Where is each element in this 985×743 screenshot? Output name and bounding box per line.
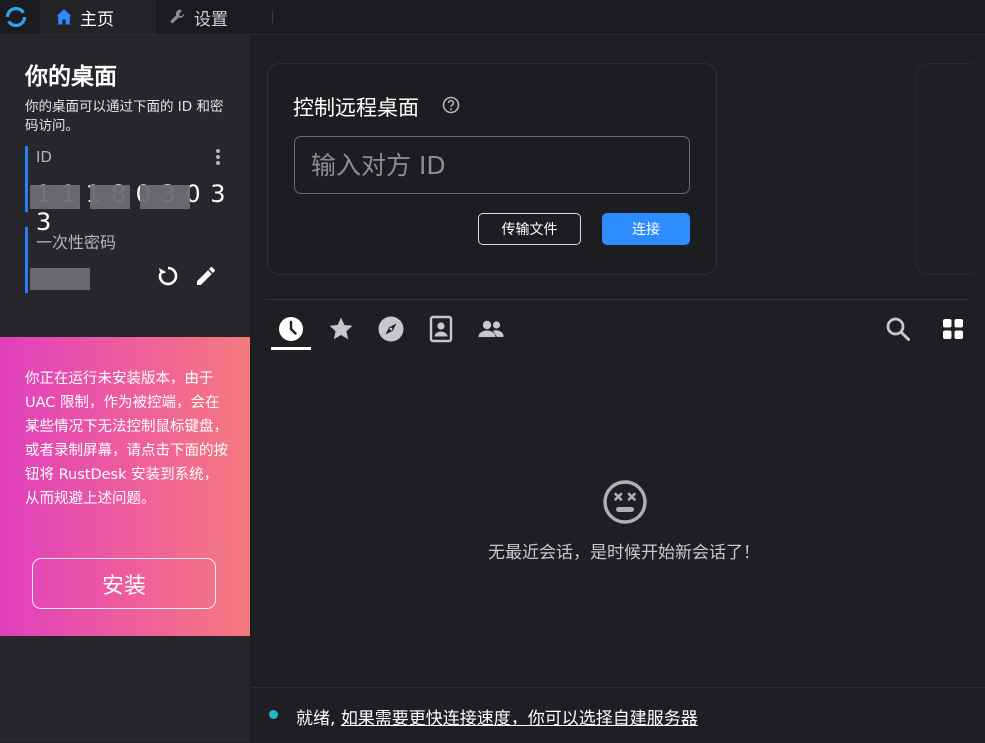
install-button[interactable]: 安装 xyxy=(32,558,216,609)
rustdesk-logo-icon xyxy=(5,6,27,28)
left-panel: 你的桌面 你的桌面可以通过下面的 ID 和密码访问。 ID 1 1 1 8 0 … xyxy=(0,35,250,742)
your-desktop-description: 你的桌面可以通过下面的 ID 和密码访问。 xyxy=(25,99,224,134)
title-bar: 主页 设置 xyxy=(0,0,985,35)
status-ready: 就绪, xyxy=(296,709,336,729)
remote-id-input[interactable] xyxy=(294,136,690,194)
group-icon xyxy=(478,320,504,337)
active-tab-indicator xyxy=(271,347,311,350)
tab-settings-label: 设置 xyxy=(194,9,228,30)
status-bar: 就绪, 如果需要更快连接速度，你可以选择自建服务器 xyxy=(251,687,985,743)
refresh-icon[interactable] xyxy=(156,264,180,288)
id-value-mosaic xyxy=(90,185,130,209)
star-icon xyxy=(329,317,353,340)
clock-icon xyxy=(279,317,303,341)
divider xyxy=(265,299,969,300)
home-icon xyxy=(56,9,72,25)
connect-button[interactable]: 连接 xyxy=(602,213,690,245)
address-book-icon xyxy=(429,315,453,343)
tab-home[interactable]: 主页 xyxy=(40,0,156,34)
grid-view-icon[interactable] xyxy=(940,316,966,342)
control-remote-card: 控制远程桌面 传输文件 连接 xyxy=(267,63,717,275)
compass-icon xyxy=(378,316,404,342)
tab-recent-sessions[interactable] xyxy=(271,315,311,349)
side-card xyxy=(915,63,982,275)
tab-settings[interactable]: 设置 xyxy=(166,0,266,34)
tab-home-label: 主页 xyxy=(80,9,114,30)
password-value-mosaic xyxy=(30,268,90,290)
password-accent-bar xyxy=(25,227,28,293)
main-panel: 控制远程桌面 传输文件 连接 xyxy=(251,35,985,743)
status-indicator xyxy=(269,710,278,719)
tab-discovered[interactable] xyxy=(371,315,411,349)
uac-warning-text: 你正在运行未安装版本，由于 UAC 限制，作为被控端，会在某些情况下无法控制鼠标… xyxy=(25,371,228,507)
wrench-icon xyxy=(170,9,185,24)
search-icon[interactable] xyxy=(885,316,911,342)
id-label: ID xyxy=(36,148,52,166)
help-icon[interactable] xyxy=(442,96,460,114)
id-value-mosaic xyxy=(30,185,80,209)
uac-warning-box: 你正在运行未安装版本，由于 UAC 限制，作为被控端，会在某些情况下无法控制鼠标… xyxy=(0,337,250,636)
tab-favorites[interactable] xyxy=(321,315,361,349)
password-label: 一次性密码 xyxy=(36,233,117,252)
status-text: 就绪, 如果需要更快连接速度，你可以选择自建服务器 xyxy=(296,704,698,729)
transfer-file-button[interactable]: 传输文件 xyxy=(478,213,581,245)
sad-face-icon xyxy=(603,480,647,524)
control-remote-title: 控制远程桌面 xyxy=(293,96,419,120)
more-vertical-icon[interactable] xyxy=(208,146,228,170)
tab-separator xyxy=(272,11,273,23)
tab-address-book[interactable] xyxy=(421,315,461,349)
self-host-server-link[interactable]: 如果需要更快连接速度，你可以选择自建服务器 xyxy=(341,709,698,729)
id-accent-bar xyxy=(25,146,28,212)
pencil-icon[interactable] xyxy=(194,264,218,288)
empty-state-text: 无最近会话，是时候开始新会话了！ xyxy=(488,543,760,563)
tab-group[interactable] xyxy=(471,315,511,349)
id-value-mosaic xyxy=(140,185,190,209)
your-desktop-title: 你的桌面 xyxy=(25,64,117,90)
